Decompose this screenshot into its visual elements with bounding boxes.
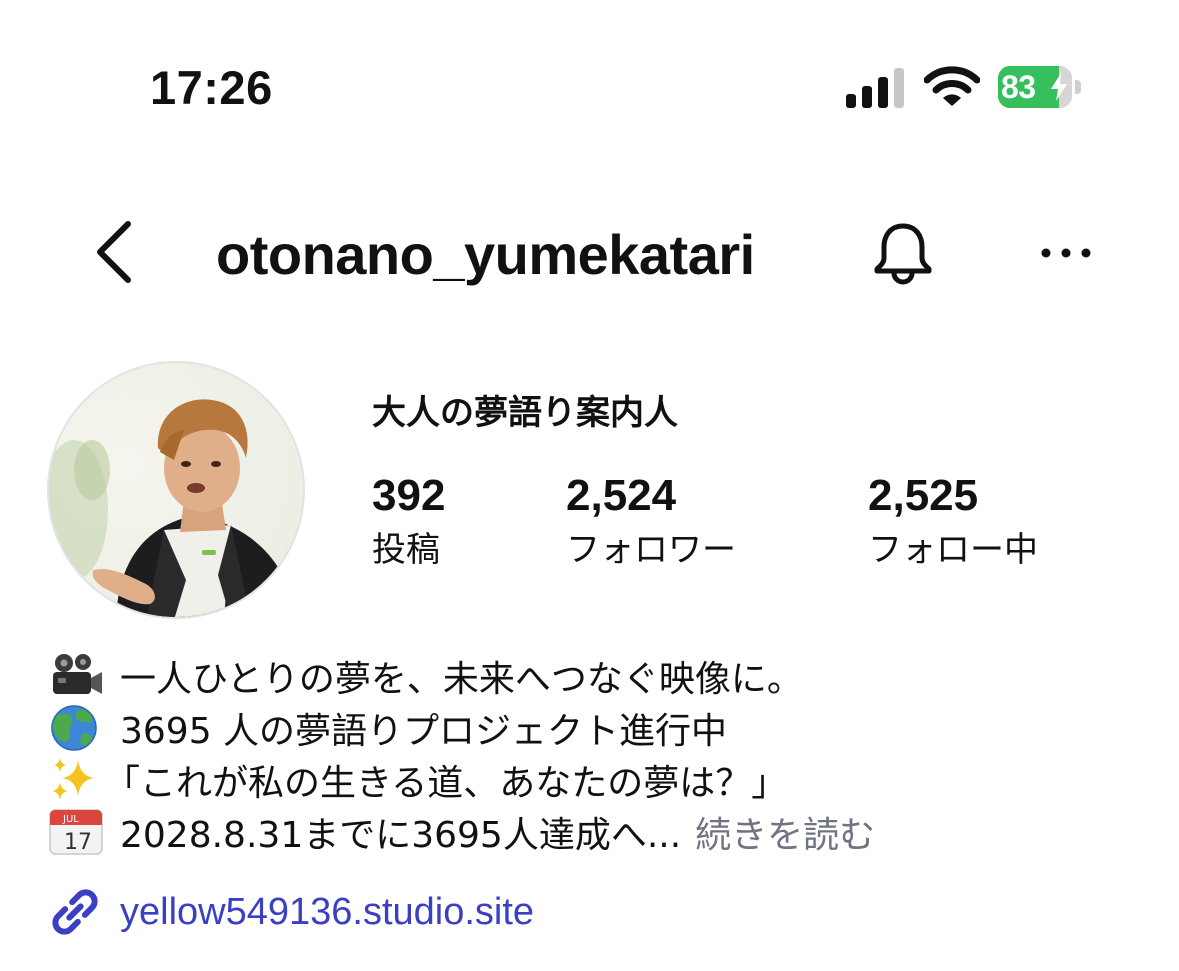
profile-link-text: yellow549136.studio.site — [120, 890, 535, 933]
bio-text: 2028.8.31までに3695人達成へ... — [120, 815, 682, 856]
status-time: 17:26 — [150, 61, 273, 114]
battery-cap — [1075, 80, 1081, 94]
bio-text: 「これが私の生きる道、あなたの夢は？」 — [104, 763, 788, 804]
following-label: フォロー中 — [868, 530, 1038, 570]
bio-line: 「これが私の生きる道、あなたの夢は？」 — [48, 754, 1148, 806]
profile-bio: 一人ひとりの夢を、未来へつなぐ映像に。 3695 人の夢語りプロジェクト進行中 … — [48, 650, 1148, 858]
bio-line: JUL 17 2028.8.31までに3695人達成へ... 続きを読む — [48, 806, 1148, 858]
globe-icon — [51, 705, 97, 751]
stat-followers[interactable]: 2,524 フォロワー — [566, 470, 736, 578]
bio-line: 一人ひとりの夢を、未来へつなぐ映像に。 — [48, 650, 1148, 702]
battery-indicator: 83 — [998, 66, 1082, 108]
back-icon[interactable] — [92, 220, 136, 284]
calendar-day-text: 17 — [64, 830, 92, 855]
status-bar: 17:26 83 — [0, 0, 1179, 150]
following-count: 2,525 — [868, 471, 979, 520]
bio-text: 3695 人の夢語りプロジェクト進行中 — [120, 711, 728, 752]
stat-following[interactable]: 2,525 フォロー中 — [868, 470, 1038, 578]
sparkles-icon — [52, 758, 94, 800]
profile-display-name: 大人の夢語り案内人 — [372, 393, 678, 433]
bio-text: 一人ひとりの夢を、未来へつなぐ映像に。 — [120, 659, 803, 700]
posts-label: 投稿 — [372, 530, 440, 570]
battery-level-text: 83 — [1001, 69, 1036, 105]
read-more-link[interactable]: 続きを読む — [695, 806, 875, 858]
stat-posts[interactable]: 392 投稿 — [372, 470, 445, 578]
more-options-icon[interactable] — [1038, 238, 1094, 268]
bell-icon[interactable] — [870, 220, 936, 286]
followers-count: 2,524 — [566, 471, 677, 520]
calendar-month-text: JUL — [62, 814, 79, 825]
movie-camera-icon — [53, 654, 102, 694]
bio-line: 3695 人の夢語りプロジェクト進行中 — [48, 702, 1148, 754]
wifi-icon — [924, 66, 980, 106]
charging-bolt-icon — [1051, 73, 1067, 101]
followers-label: フォロワー — [566, 530, 736, 570]
calendar-icon: JUL 17 — [49, 809, 103, 855]
profile-avatar[interactable] — [46, 360, 306, 620]
posts-count: 392 — [372, 471, 446, 520]
battery-body: 83 — [998, 66, 1072, 108]
cellular-signal-icon — [846, 68, 904, 108]
profile-username: otonano_yumekatari — [216, 223, 755, 286]
profile-link[interactable]: yellow549136.studio.site — [48, 884, 534, 940]
link-icon — [52, 889, 98, 935]
